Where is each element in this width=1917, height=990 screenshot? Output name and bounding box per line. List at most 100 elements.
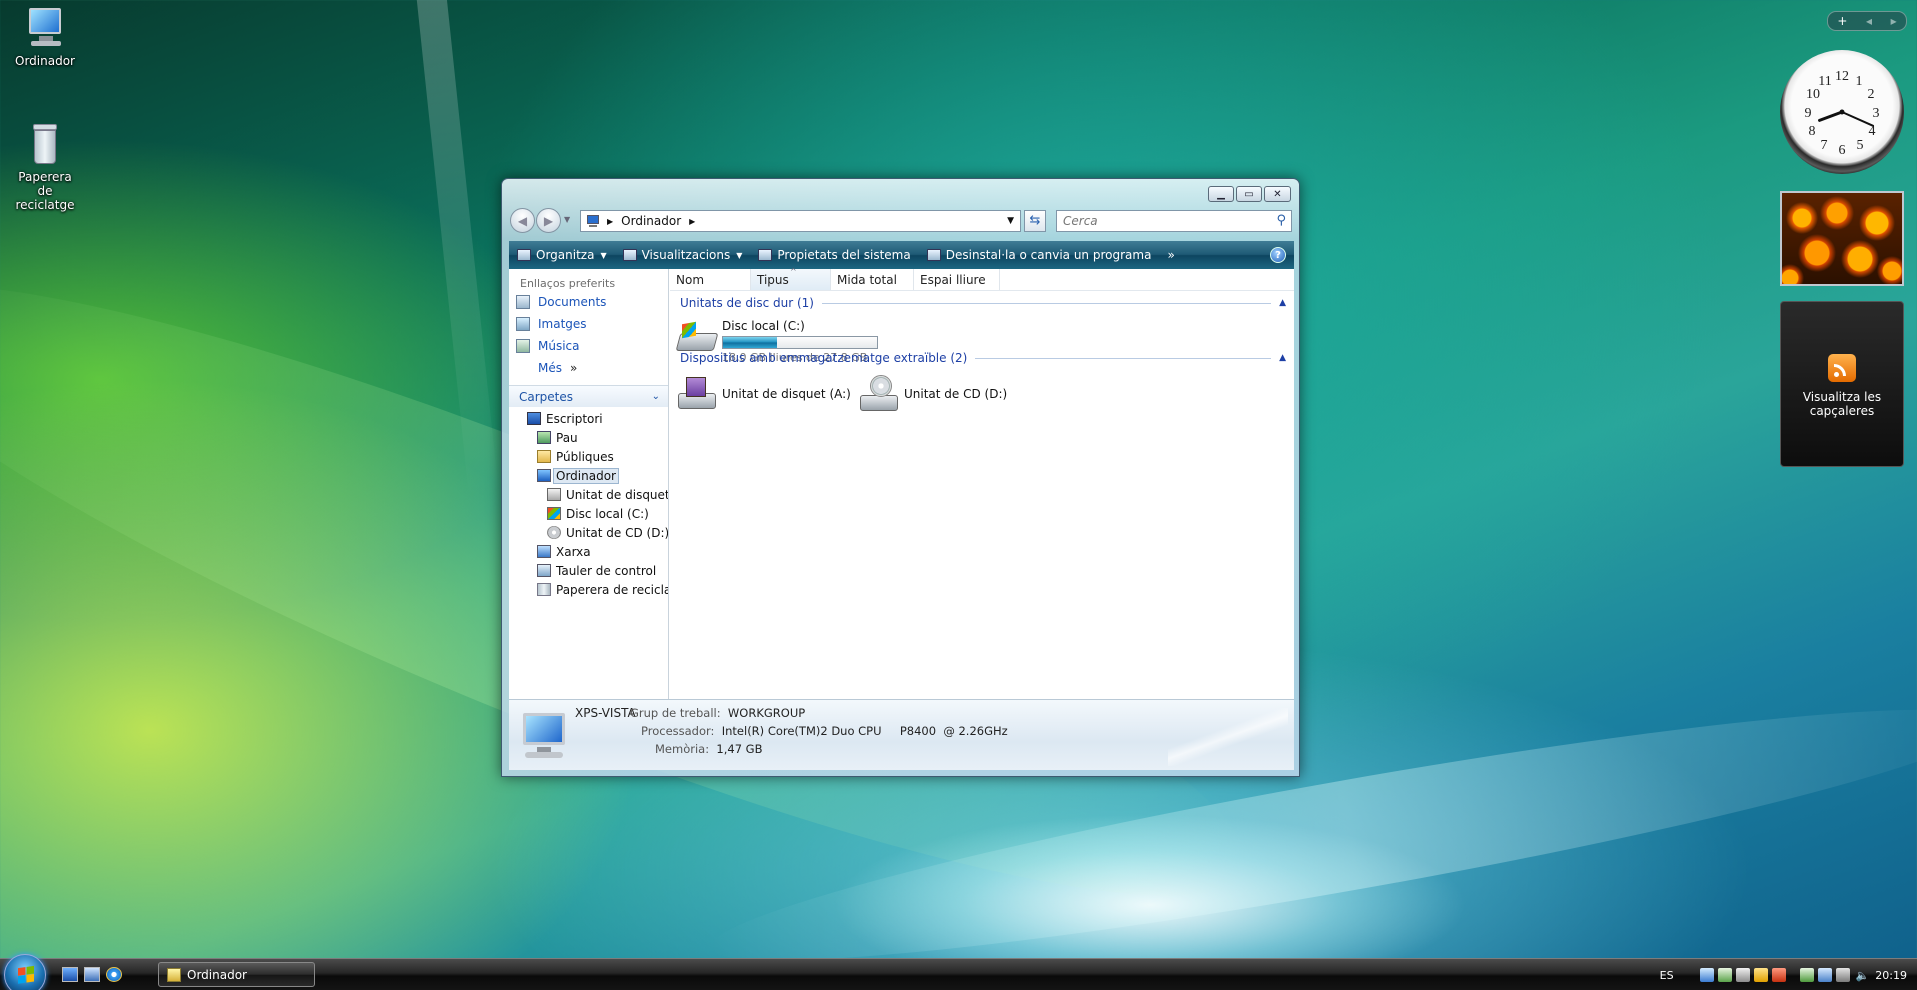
column-header-name[interactable]: Nom [670, 269, 751, 290]
folder-tree: Escriptori Pau Públiques Ordinador Unita… [509, 407, 668, 599]
collapse-chevron-icon[interactable]: ▲ [1279, 298, 1286, 308]
quicklaunch-internet-explorer-icon[interactable] [106, 967, 122, 982]
drive-item-a[interactable]: Unitat de disquet (A:) [676, 375, 851, 413]
column-header-free-space[interactable]: Espai lliure [914, 269, 1000, 290]
clock-face: 12 1 2 3 4 5 6 7 8 9 10 11 [1805, 69, 1880, 158]
arrow-left-icon: ◀ [517, 213, 528, 228]
clock-numeral-3: 3 [1873, 106, 1880, 121]
tree-item-network[interactable]: Xarxa [509, 542, 668, 561]
group-header-hard-disks[interactable]: Unitats de disc dur (1) ▲ [680, 294, 1286, 312]
workgroup-label: Grup de treball: [630, 706, 721, 720]
tree-item-recycle-bin[interactable]: Paperera de reciclat [509, 580, 668, 599]
clock-numeral-9: 9 [1805, 106, 1812, 121]
search-icon[interactable]: ⚲ [1276, 213, 1286, 228]
computer-icon [515, 709, 573, 761]
views-icon [622, 249, 637, 261]
windows-logo-icon [18, 965, 34, 985]
breadcrumb-separator-icon: ▶ [607, 216, 614, 226]
recycle-bin-icon [23, 122, 67, 166]
volume-icon[interactable]: 🔈 [1856, 969, 1870, 982]
tray-network-icon[interactable] [1699, 968, 1714, 982]
minimize-button[interactable]: ▁ [1208, 186, 1234, 202]
control-panel-icon [537, 564, 551, 577]
tray-shield-icon[interactable] [1771, 968, 1786, 982]
taskbar: Ordinador ES 🔈 20:19 [0, 954, 1917, 990]
uninstall-program-button[interactable]: Desinstal·la o canvia un programa [919, 241, 1160, 269]
processor-row: Processador: Intel(R) Core(TM)2 Duo CPU … [641, 724, 1008, 738]
desktop-icon-recycle-bin[interactable]: Paperera de reciclatge [0, 122, 90, 212]
taskbar-button-explorer[interactable]: Ordinador [158, 962, 315, 987]
folders-header[interactable]: Carpetes ⌄ [509, 385, 668, 407]
address-dropdown-button[interactable]: ▼ [1007, 216, 1014, 226]
collapse-chevron-icon[interactable]: ▲ [1279, 353, 1286, 363]
tray-device-icon[interactable] [1735, 968, 1750, 982]
tray-sync-icon[interactable] [1717, 968, 1732, 982]
tray-connection-icon[interactable] [1817, 968, 1832, 982]
cd-drive-icon [858, 375, 900, 413]
folder-icon [167, 967, 181, 982]
maximize-button[interactable]: ▭ [1236, 186, 1262, 202]
language-indicator[interactable]: ES [1660, 969, 1674, 982]
quicklaunch-desktop-icon[interactable] [62, 967, 78, 982]
memory-label: Memòria: [655, 742, 710, 756]
quicklaunch-switch-windows-icon[interactable] [84, 967, 100, 982]
next-gadget-button[interactable]: ▸ [1891, 14, 1897, 28]
column-header-total-size[interactable]: Mida total [831, 269, 914, 290]
address-bar[interactable]: ▶ Ordinador ▶ ▼ [580, 210, 1021, 232]
favorite-link-more[interactable]: Més » [509, 357, 668, 379]
tray-battery-icon[interactable] [1799, 968, 1814, 982]
drive-name: Disc local (C:) [722, 319, 805, 333]
details-decoration [1168, 708, 1288, 766]
help-button[interactable]: ? [1270, 247, 1286, 263]
clock-numeral-8: 8 [1809, 124, 1816, 139]
tree-item-local-disk[interactable]: Disc local (C:) [509, 504, 668, 523]
desktop-icon [527, 412, 541, 425]
computer-icon [585, 214, 601, 228]
tree-item-control-panel[interactable]: Tauler de control [509, 561, 668, 580]
organize-menu[interactable]: Organitza ▼ [509, 241, 615, 269]
hard-disk-icon [547, 507, 561, 520]
favorite-link-pictures[interactable]: Imatges [509, 313, 668, 335]
user-folder-icon [537, 431, 551, 444]
slideshow-gadget[interactable] [1780, 191, 1904, 286]
system-properties-button[interactable]: Propietats del sistema [750, 241, 918, 269]
favorite-link-documents[interactable]: Documents [509, 291, 668, 313]
back-button[interactable]: ◀ [510, 208, 535, 233]
start-button[interactable] [4, 954, 46, 990]
previous-gadget-button[interactable]: ◂ [1866, 14, 1872, 28]
tray-security-icon[interactable] [1753, 968, 1768, 982]
tray-display-icon[interactable] [1835, 968, 1850, 982]
more-commands-button[interactable]: » [1159, 241, 1182, 269]
group-header-removable[interactable]: Dispositius amb emmagatzematge extraïble… [680, 349, 1286, 367]
search-input[interactable]: Cerca ⚲ [1056, 210, 1292, 232]
tree-item-cd[interactable]: Unitat de CD (D:) [509, 523, 668, 542]
clock-hour-hand [1818, 110, 1844, 122]
breadcrumb-computer[interactable]: Ordinador [621, 214, 681, 228]
drive-name: Unitat de disquet (A:) [722, 387, 851, 401]
forward-button[interactable]: ▶ [536, 208, 561, 233]
drive-item-d[interactable]: Unitat de CD (D:) [858, 375, 1007, 413]
clock-gadget[interactable]: 12 1 2 3 4 5 6 7 8 9 10 11 [1780, 50, 1904, 174]
caption-buttons: ▁ ▭ ✕ [1208, 186, 1291, 202]
content-area: Enllaços preferits Documents Imatges Mús… [509, 267, 1294, 699]
recent-pages-button[interactable]: ▼ [564, 215, 570, 224]
tree-item-floppy[interactable]: Unitat de disquet [509, 485, 668, 504]
favorite-link-music[interactable]: Música [509, 335, 668, 357]
favorite-link-label: Imatges [538, 317, 587, 331]
refresh-button[interactable]: ⇆ [1024, 210, 1046, 232]
desktop-icon-computer[interactable]: Ordinador [0, 6, 90, 68]
folder-icon [537, 450, 551, 463]
clock-numeral-12: 12 [1835, 69, 1849, 84]
tree-item-desktop[interactable]: Escriptori [509, 409, 668, 428]
tree-item-computer[interactable]: Ordinador [509, 466, 668, 485]
breadcrumb-chevron-icon[interactable]: ▶ [689, 217, 695, 226]
feed-headlines-gadget[interactable]: Visualitza les capçaleres [1780, 301, 1904, 467]
close-button[interactable]: ✕ [1264, 186, 1291, 202]
clock-time[interactable]: 20:19 [1875, 969, 1907, 982]
group-divider [975, 357, 1272, 359]
tree-item-user[interactable]: Pau [509, 428, 668, 447]
add-gadget-button[interactable]: + [1837, 14, 1847, 28]
views-menu[interactable]: Visualitzacions ▼ [615, 241, 751, 269]
tree-item-public[interactable]: Públiques [509, 447, 668, 466]
rss-icon [1828, 354, 1856, 382]
